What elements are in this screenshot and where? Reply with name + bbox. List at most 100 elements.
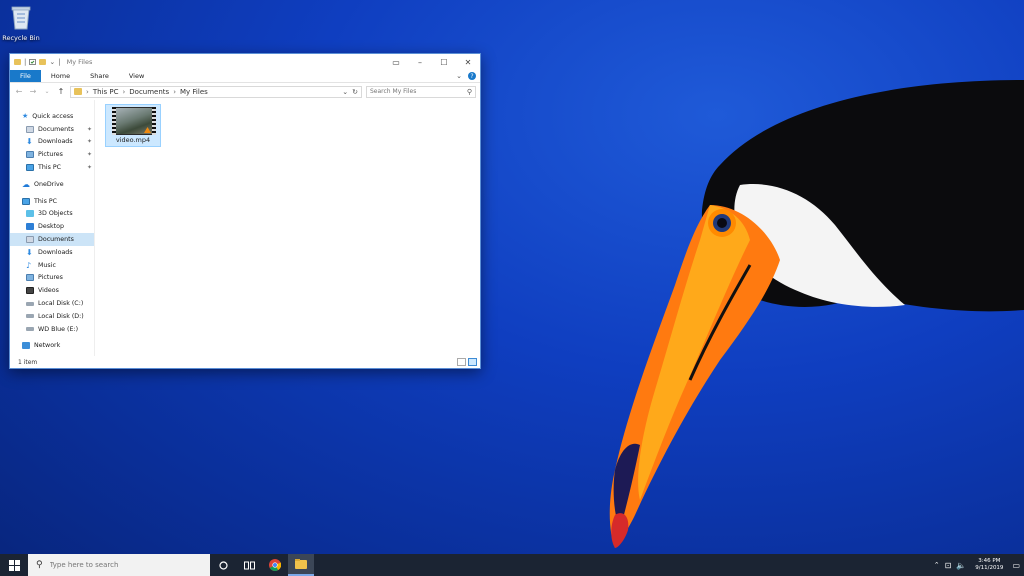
details-view-button[interactable]	[457, 358, 466, 366]
network-tray-icon[interactable]: ⊡	[945, 561, 952, 570]
nav-3d-objects[interactable]: 3D Objects	[10, 208, 94, 221]
chevron-right-icon[interactable]: ›	[122, 88, 125, 96]
nav-local-disk-c[interactable]: Local Disk (C:)	[10, 297, 94, 310]
nav-wd-blue-e[interactable]: WD Blue (E:)	[10, 323, 94, 336]
task-view-button[interactable]	[236, 554, 262, 576]
properties-icon[interactable]	[29, 59, 37, 65]
drive-icon	[26, 301, 34, 306]
nav-onedrive[interactable]: ☁ OneDrive	[10, 178, 94, 191]
chevron-up-icon[interactable]: ⌃	[934, 561, 940, 569]
nav-downloads[interactable]: ⬇ Downloads	[10, 246, 94, 259]
pictures-icon	[26, 151, 34, 159]
breadcrumb-documents[interactable]: Documents	[129, 88, 169, 96]
tab-file[interactable]: File	[10, 70, 41, 82]
quick-access-toolbar: | ⌄ |	[14, 58, 61, 66]
nav-quick-downloads[interactable]: ⬇ Downloads ✦	[10, 136, 94, 149]
pin-icon: ✦	[86, 125, 92, 133]
forward-button[interactable]: →	[28, 87, 38, 96]
up-button[interactable]: ↑	[56, 87, 66, 96]
star-icon: ★	[22, 112, 29, 121]
chrome-icon	[269, 559, 281, 571]
expand-ribbon-icon[interactable]: ⌄	[456, 72, 462, 80]
nav-videos[interactable]: Videos	[10, 284, 94, 297]
help-icon[interactable]: ?	[468, 72, 476, 80]
file-name: video.mp4	[115, 136, 151, 144]
pin-icon: ✦	[86, 164, 92, 172]
taskbar-search-box[interactable]: ⚲	[28, 554, 210, 576]
breadcrumb-my-files[interactable]: My Files	[180, 88, 208, 96]
navigation-pane: ★ Quick access Documents ✦ ⬇ Downloads ✦…	[10, 100, 94, 356]
file-explorer-taskbar-button[interactable]	[288, 554, 314, 576]
computer-icon	[26, 164, 34, 172]
explorer-body: ★ Quick access Documents ✦ ⬇ Downloads ✦…	[10, 100, 480, 356]
videos-icon	[26, 287, 34, 295]
file-explorer-window[interactable]: | ⌄ | My Files ▭ – ☐ ✕ File Home Share V…	[9, 53, 481, 369]
separator: |	[24, 58, 27, 66]
search-icon: ⚲	[36, 560, 43, 570]
folder-icon	[14, 59, 21, 65]
folder-icon	[295, 559, 307, 569]
window-controls: ▭ – ☐ ✕	[384, 54, 480, 70]
separator: |	[58, 58, 61, 66]
window-title: My Files	[66, 58, 93, 66]
taskbar-search-input[interactable]	[49, 561, 200, 569]
search-box[interactable]: ⚲	[366, 85, 476, 98]
file-list[interactable]: video.mp4	[94, 100, 480, 356]
ribbon-tabs: File Home Share View ⌄ ?	[10, 70, 480, 83]
large-icons-view-button[interactable]	[468, 358, 477, 366]
nav-network[interactable]: Network	[10, 340, 94, 353]
maximize-button[interactable]: ☐	[432, 54, 456, 70]
nav-quick-this-pc[interactable]: This PC ✦	[10, 161, 94, 174]
tab-home[interactable]: Home	[41, 70, 80, 82]
nav-pictures[interactable]: Pictures	[10, 272, 94, 285]
recycle-bin-desktop-icon[interactable]: Recycle Bin	[2, 4, 40, 42]
pictures-icon	[26, 274, 34, 282]
nav-music[interactable]: ♪ Music	[10, 259, 94, 272]
chrome-taskbar-button[interactable]	[262, 554, 288, 576]
music-note-icon: ♪	[26, 260, 32, 270]
breadcrumb-this-pc[interactable]: This PC	[93, 88, 119, 96]
nav-this-pc[interactable]: This PC	[10, 195, 94, 208]
nav-quick-pictures[interactable]: Pictures ✦	[10, 148, 94, 161]
nav-desktop[interactable]: Desktop	[10, 220, 94, 233]
search-icon: ⚲	[466, 87, 472, 96]
cortana-button[interactable]	[210, 554, 236, 576]
title-bar[interactable]: | ⌄ | My Files ▭ – ☐ ✕	[10, 54, 480, 70]
chevron-right-icon[interactable]: ›	[173, 88, 176, 96]
address-bar[interactable]: › This PC › Documents › My Files ⌄ ↻	[70, 85, 362, 98]
download-arrow-icon: ⬇	[26, 137, 33, 147]
start-button[interactable]	[0, 554, 28, 576]
folder-icon	[74, 88, 82, 95]
quick-access-dropdown-icon[interactable]: ⌄	[49, 58, 55, 66]
download-arrow-icon: ⬇	[26, 247, 33, 257]
taskbar: ⚲ ⌃ ⊡ 🔈 3:46 PM 9/11/2019 ▭	[0, 554, 1024, 576]
nav-documents[interactable]: Documents	[10, 233, 94, 246]
file-item-video[interactable]: video.mp4	[105, 104, 161, 147]
search-input[interactable]	[370, 88, 460, 95]
back-button[interactable]: ←	[14, 87, 24, 96]
recent-locations-icon[interactable]: ⌄	[42, 88, 52, 95]
nav-local-disk-d[interactable]: Local Disk (D:)	[10, 310, 94, 323]
recycle-bin-label: Recycle Bin	[2, 34, 40, 42]
windows-logo-icon	[8, 559, 20, 571]
volume-icon[interactable]: 🔈	[956, 561, 966, 570]
status-bar: 1 item	[10, 356, 480, 368]
task-view-icon	[243, 561, 255, 569]
close-button[interactable]: ✕	[456, 54, 480, 70]
minimize-button[interactable]: –	[408, 54, 432, 70]
computer-icon	[22, 197, 30, 205]
new-folder-icon[interactable]	[39, 59, 47, 65]
documents-icon	[26, 236, 34, 244]
nav-quick-documents[interactable]: Documents ✦	[10, 123, 94, 136]
clock[interactable]: 3:46 PM 9/11/2019	[971, 558, 1007, 572]
cortana-circle-icon	[218, 560, 228, 570]
chevron-right-icon[interactable]: ›	[86, 88, 89, 96]
snap-icon[interactable]: ▭	[384, 54, 408, 70]
pin-icon: ✦	[86, 151, 92, 159]
tab-view[interactable]: View	[119, 70, 154, 82]
nav-quick-access[interactable]: ★ Quick access	[10, 110, 94, 123]
tab-share[interactable]: Share	[80, 70, 119, 82]
address-dropdown-icon[interactable]: ⌄	[342, 88, 348, 96]
refresh-icon[interactable]: ↻	[352, 88, 358, 96]
action-center-icon[interactable]: ▭	[1012, 561, 1020, 570]
